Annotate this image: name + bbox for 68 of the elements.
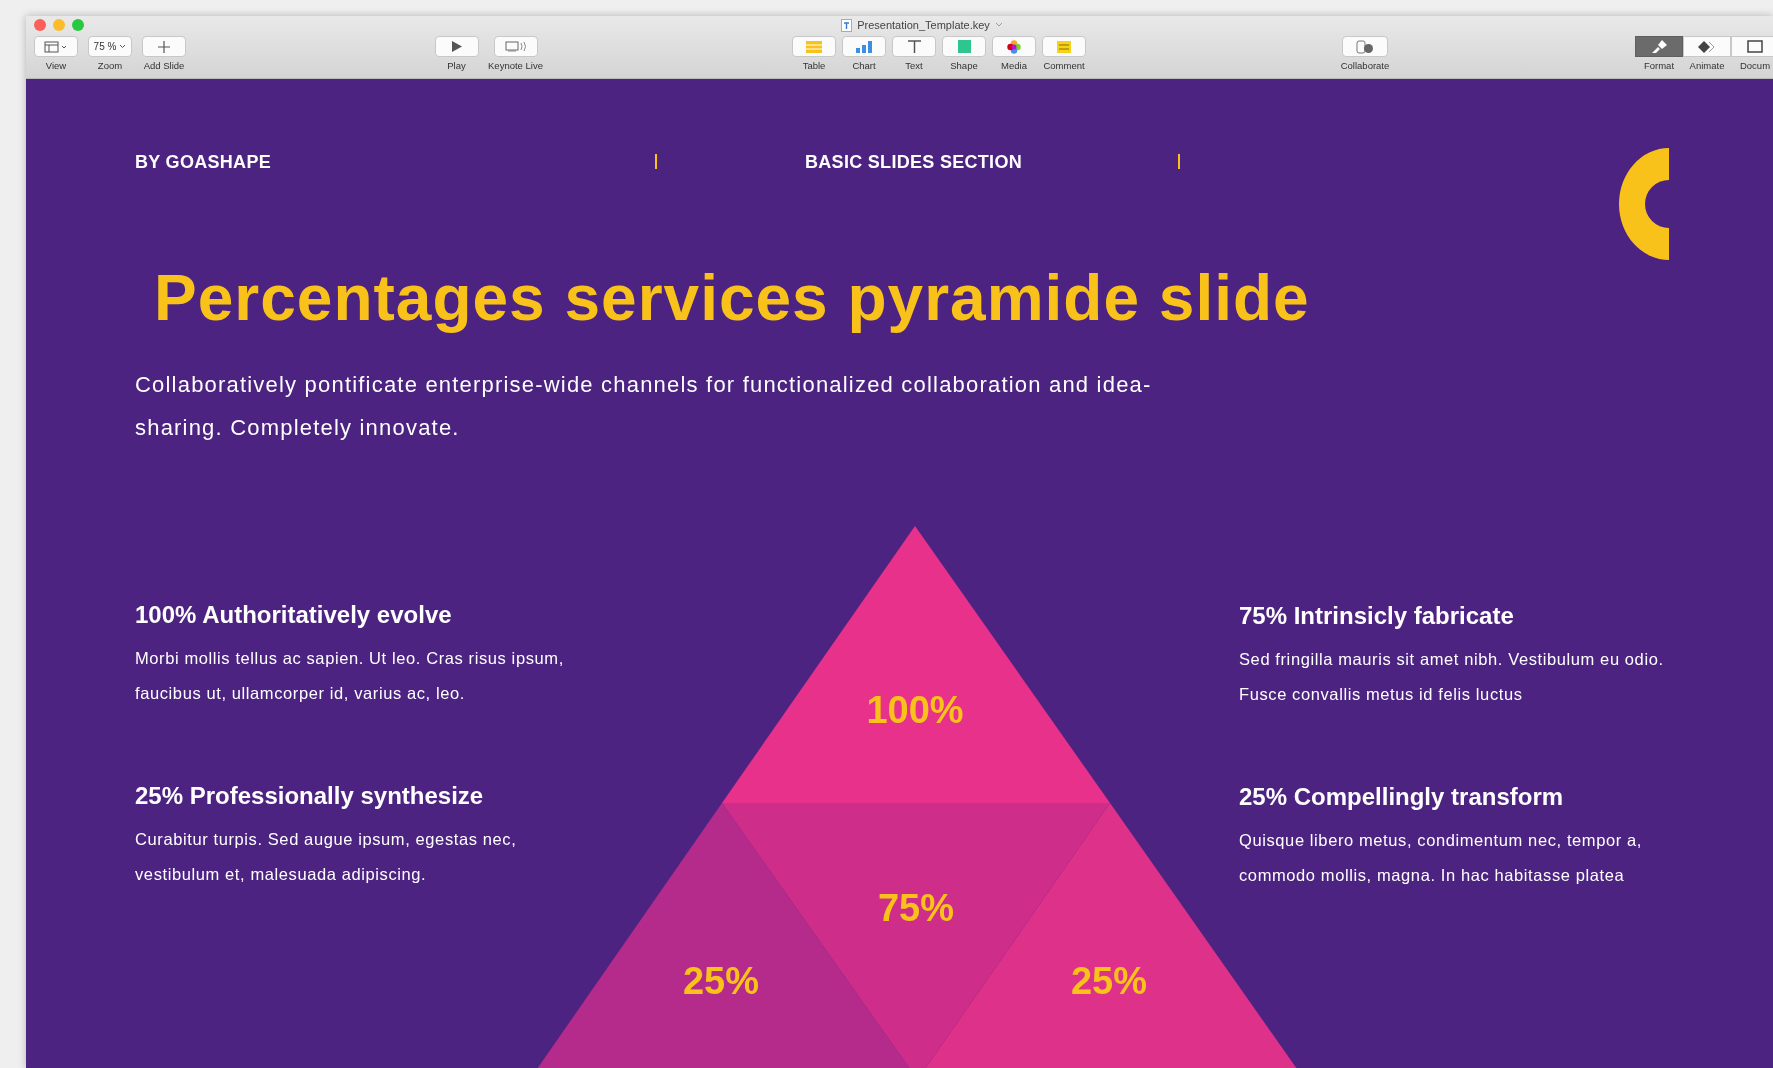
diamond-icon	[1698, 40, 1716, 53]
feature-heading: 75% Intrinsicly fabricate	[1239, 602, 1515, 630]
feature-text: Curabitur turpis. Sed augue ipsum, egestas nec, vestibulum et, malesuada adipiscing.	[135, 829, 518, 885]
add-button[interactable]	[142, 36, 186, 57]
bar-chart-icon	[856, 40, 872, 53]
feature-text: Sed fringilla mauris sit amet nibh. Vestibulum eu odio. Fusce convallis metus id felis luctus	[1239, 649, 1665, 705]
toolbar-label: Zoom	[97, 60, 123, 71]
table-icon	[806, 40, 822, 53]
slide-subtitle: Collaboratively pontificate enterprise-wide channels for functionalized collaboration and idea-sharing. Completely innovate.	[135, 371, 1153, 442]
slide-title: Percentages services pyramide slide	[154, 261, 1310, 335]
live-button[interactable]	[493, 36, 538, 57]
toolbar-label: Collaborate	[1340, 60, 1390, 71]
table-button[interactable]	[792, 36, 836, 57]
toolbar-label: Text	[905, 60, 923, 71]
percent-label: 100%	[866, 688, 964, 732]
percent-label: 25%	[682, 959, 760, 1003]
zoom-button[interactable]: 75 %	[88, 36, 132, 57]
text-button[interactable]	[892, 36, 936, 57]
format-button[interactable]	[1635, 36, 1683, 57]
percent-label: 75%	[877, 886, 955, 930]
toolbar-label: Format	[1643, 60, 1675, 71]
window-title: Presentation_Template.key	[857, 19, 990, 31]
square-icon	[957, 40, 971, 53]
document-panel-icon	[1747, 40, 1763, 53]
collaborate-icon	[1356, 39, 1374, 54]
caret-icon	[119, 44, 127, 49]
toolbar-label: Chart	[852, 60, 876, 71]
toolbar-label: Shape	[950, 60, 978, 71]
divider-tick	[655, 154, 657, 169]
collaborate-button[interactable]	[1342, 36, 1388, 57]
play-icon	[451, 41, 462, 52]
chart-button[interactable]	[842, 36, 886, 57]
toolbar-label: Play	[447, 60, 466, 71]
feature-heading: 100% Authoritatively evolve	[135, 601, 453, 629]
header-text: BASIC SLIDES SECTION	[805, 152, 1023, 173]
toolbar-label: View	[45, 60, 67, 71]
view-button[interactable]	[34, 36, 78, 57]
view-icon	[44, 40, 68, 53]
toolbar-label: Add Slide	[143, 60, 185, 71]
plus-icon	[158, 40, 170, 53]
comment-icon	[1057, 40, 1071, 53]
feature-heading: 25% Compellingly transform	[1239, 783, 1565, 811]
play-button[interactable]	[434, 36, 479, 57]
paintbrush-icon	[1651, 40, 1667, 53]
toolbar-label: Media	[1001, 60, 1027, 71]
text-icon	[907, 40, 921, 53]
feature-heading: 25% Professionally synthesize	[135, 782, 485, 810]
toolbar-label: Comment	[1043, 60, 1085, 71]
shape-button[interactable]	[942, 36, 986, 57]
close-button[interactable]	[34, 19, 46, 31]
header-text: BY GOASHAPE	[135, 152, 271, 173]
feature-text: Morbi mollis tellus ac sapien. Ut leo. Cras risus ipsum, faucibus ut, ullamcorper id, varius ac, leo.	[135, 648, 565, 704]
comment-button[interactable]	[1042, 36, 1086, 57]
toolbar-label: Keynote Live	[488, 60, 543, 71]
document-icon	[841, 18, 853, 32]
flower-icon	[1007, 39, 1021, 54]
percent-label: 25%	[1070, 959, 1148, 1003]
screen-broadcast-icon	[504, 41, 527, 52]
toolbar-label: Animate	[1689, 60, 1725, 71]
animate-button[interactable]	[1683, 36, 1731, 57]
feature-text: Quisque libero metus, condimentum nec, tempor a, commodo mollis, magna. In hac habitasse platea	[1239, 830, 1643, 886]
caret-icon[interactable]	[994, 22, 1003, 28]
divider-tick	[1178, 154, 1180, 169]
document-button[interactable]	[1731, 36, 1773, 57]
zoom-window-button[interactable]	[72, 19, 84, 31]
toolbar-label: Docum	[1739, 60, 1771, 71]
toolbar-label: Table	[802, 60, 826, 71]
media-button[interactable]	[992, 36, 1036, 57]
